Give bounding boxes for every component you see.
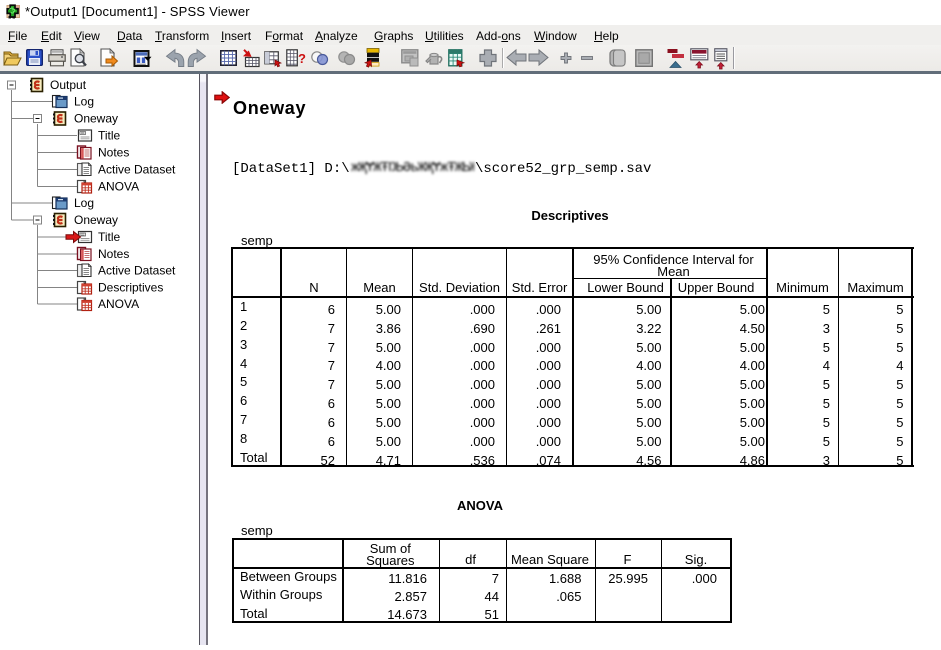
svg-text:?: ? [298,51,306,66]
svg-text:Notes: Notes [98,146,129,160]
svg-text:Oneway: Oneway [74,112,118,126]
svg-text:Log: Log [74,95,94,109]
svg-text:Notes: Notes [98,247,129,261]
svg-text:ANOVA: ANOVA [98,297,139,311]
svg-text:Title: Title [98,230,121,244]
svg-text:Descriptives: Descriptives [98,281,163,295]
svg-text:Log: Log [74,196,94,210]
svg-text:Output: Output [50,78,87,92]
svg-text:ANOVA: ANOVA [98,180,139,194]
svg-text:Active Dataset: Active Dataset [98,163,176,177]
svg-text:Oneway: Oneway [74,213,118,227]
svg-text:Title: Title [98,129,121,143]
svg-text:Active Dataset: Active Dataset [98,264,176,278]
